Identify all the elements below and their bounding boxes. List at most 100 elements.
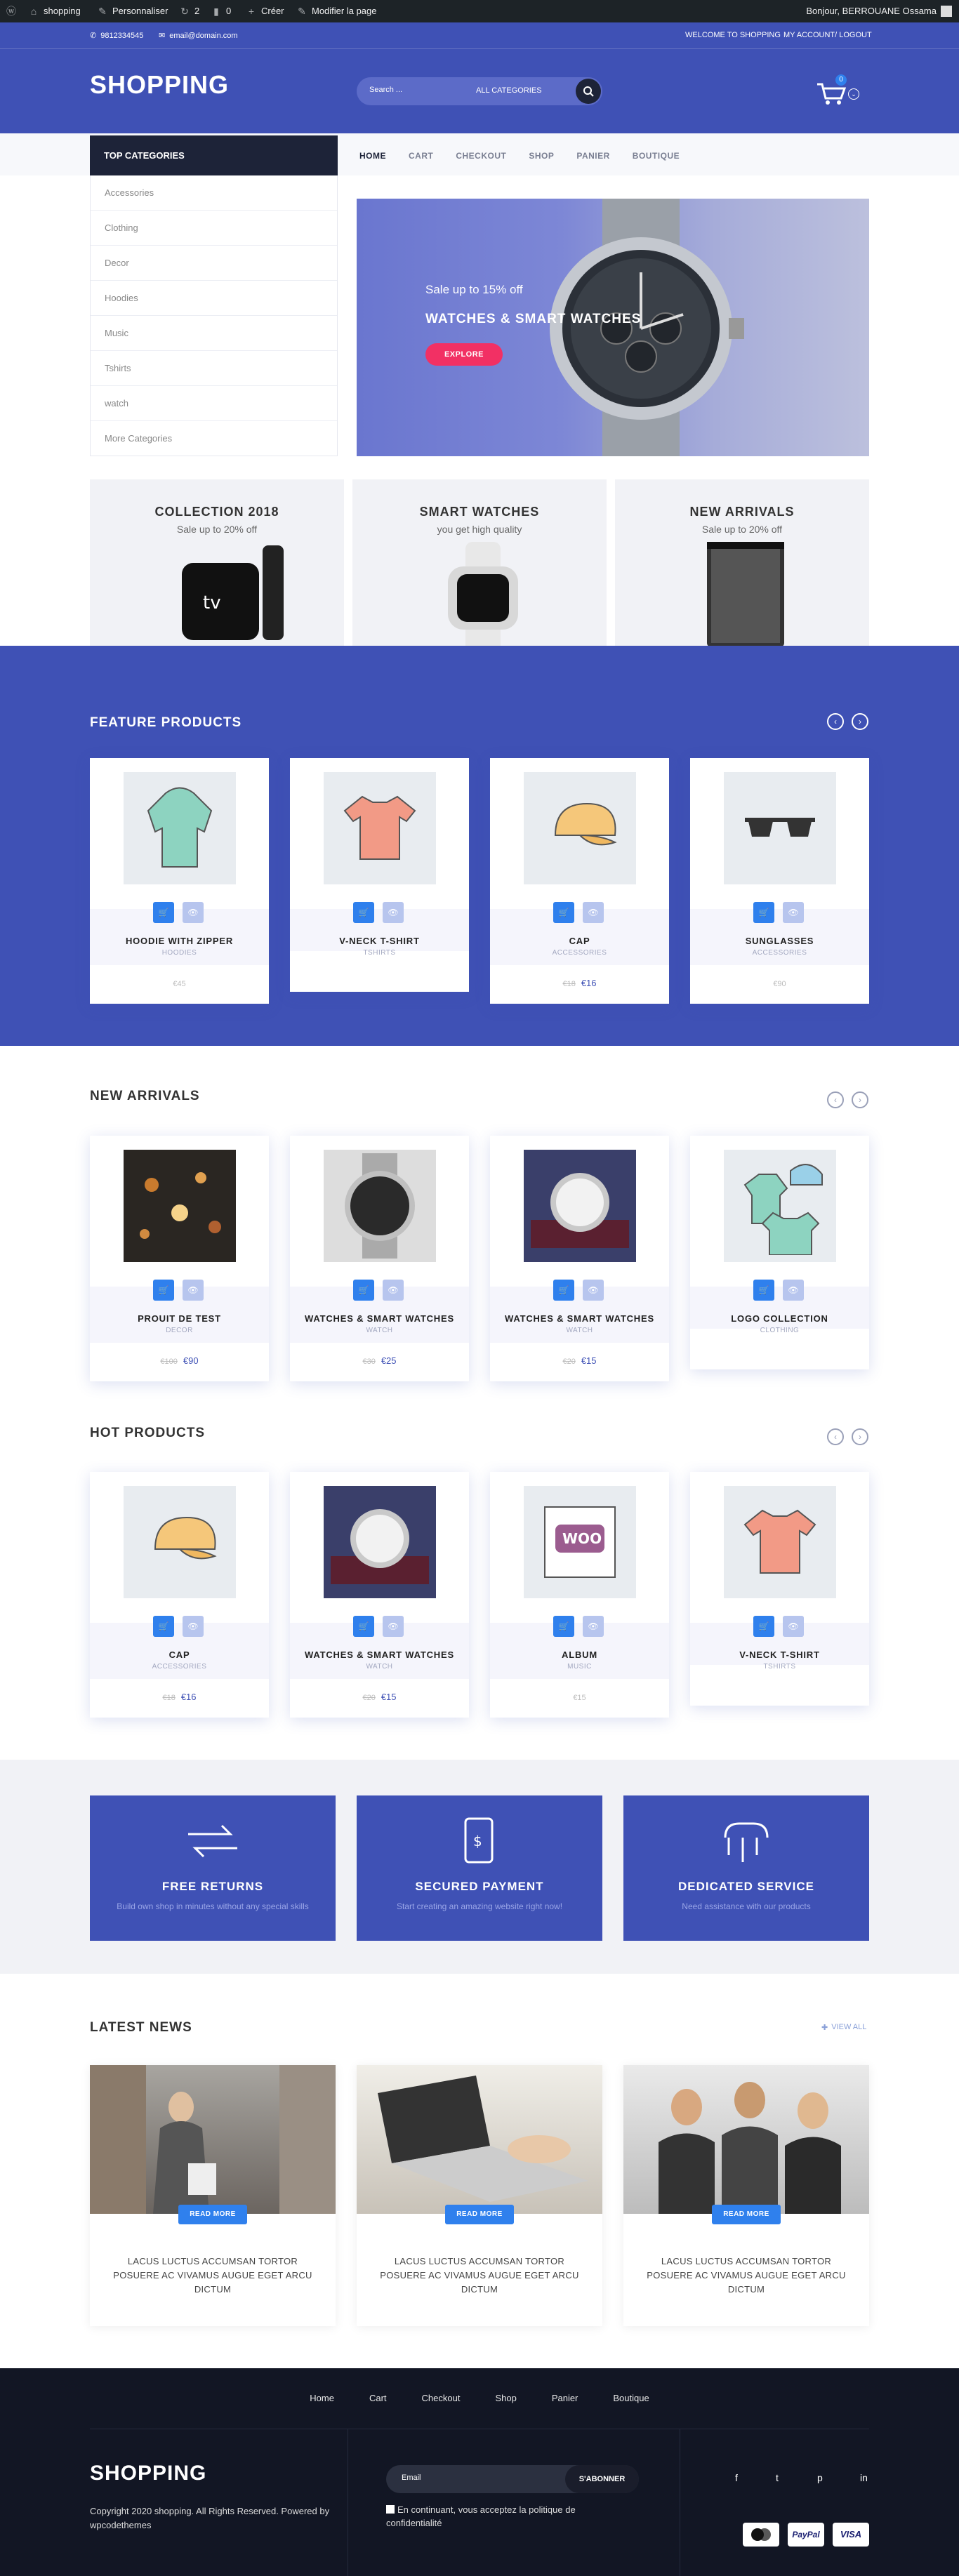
- chevron-down-icon[interactable]: ⌄: [848, 88, 859, 100]
- prev-arrow-icon[interactable]: ‹: [827, 1428, 844, 1445]
- product-name[interactable]: WATCHES & SMART WATCHES: [290, 1313, 469, 1324]
- quick-view-button[interactable]: 👁: [583, 902, 604, 923]
- quick-view-button[interactable]: 👁: [183, 1280, 204, 1301]
- news-title[interactable]: LACUS LUCTUS ACCUMSAN TORTOR POSUERE AC …: [641, 2255, 852, 2297]
- footer-link-home[interactable]: Home: [310, 2393, 334, 2403]
- linkedin-icon[interactable]: in: [860, 2472, 868, 2483]
- wordpress-logo-icon[interactable]: ⓦ: [6, 0, 17, 22]
- next-arrow-icon[interactable]: ›: [852, 1428, 868, 1445]
- quick-view-button[interactable]: 👁: [183, 1616, 204, 1637]
- admin-site-link[interactable]: ⌂ shopping: [28, 0, 81, 22]
- menu-checkout[interactable]: CHECKOUT: [456, 151, 506, 161]
- search-button[interactable]: [576, 79, 601, 104]
- footer-link-panier[interactable]: Panier: [552, 2393, 578, 2403]
- menu-home[interactable]: HOME: [359, 151, 386, 161]
- explore-button[interactable]: EXPLORE: [425, 343, 503, 366]
- pinterest-icon[interactable]: p: [817, 2472, 823, 2483]
- add-to-cart-button[interactable]: 🛒: [553, 1616, 574, 1637]
- cart-button[interactable]: 0 ⌄: [814, 74, 859, 109]
- menu-shop[interactable]: SHOP: [529, 151, 554, 161]
- admin-new-link[interactable]: + Créer: [246, 0, 284, 22]
- twitter-icon[interactable]: t: [776, 2472, 779, 2483]
- add-to-cart-button[interactable]: 🛒: [553, 902, 574, 923]
- product-card[interactable]: 🛒 👁 WATCHES & SMART WATCHES WATCH €30 €25: [290, 1136, 469, 1381]
- prev-arrow-icon[interactable]: ‹: [827, 713, 844, 730]
- product-card[interactable]: 🛒 👁 V-NECK T-SHIRT TSHIRTS: [690, 1472, 869, 1706]
- product-card[interactable]: 🛒 👁 SUNGLASSES ACCESSORIES €90: [690, 758, 869, 1004]
- product-name[interactable]: SUNGLASSES: [690, 936, 869, 946]
- category-select[interactable]: ALL CATEGORIES: [476, 86, 542, 95]
- quick-view-button[interactable]: 👁: [383, 1280, 404, 1301]
- quick-view-button[interactable]: 👁: [383, 1616, 404, 1637]
- admin-edit-page-link[interactable]: ✎ Modifier la page: [296, 0, 376, 22]
- facebook-icon[interactable]: f: [735, 2472, 738, 2483]
- category-item[interactable]: Tshirts: [91, 351, 337, 386]
- quick-view-button[interactable]: 👁: [183, 902, 204, 923]
- admin-updates-link[interactable]: ↻ 2: [179, 0, 199, 22]
- email-field[interactable]: [402, 2474, 542, 2482]
- news-title[interactable]: LACUS LUCTUS ACCUMSAN TORTOR POSUERE AC …: [374, 2255, 585, 2297]
- product-name[interactable]: V-NECK T-SHIRT: [690, 1649, 869, 1660]
- footer-link-checkout[interactable]: Checkout: [422, 2393, 461, 2403]
- product-card[interactable]: 🛒 👁 V-NECK T-SHIRT TSHIRTS: [290, 758, 469, 992]
- add-to-cart-button[interactable]: 🛒: [753, 902, 774, 923]
- product-card[interactable]: 🛒 👁 CAP ACCESSORIES €18 €16: [90, 1472, 269, 1718]
- product-card[interactable]: 🛒 👁 HOODIE WITH ZIPPER HOODIES €45: [90, 758, 269, 1004]
- powered-link[interactable]: wpcodethemes: [90, 2520, 151, 2530]
- site-logo[interactable]: SHOPPING: [90, 70, 229, 100]
- product-name[interactable]: PROUIT DE TEST: [90, 1313, 269, 1324]
- product-name[interactable]: LOGO COLLECTION: [690, 1313, 869, 1324]
- admin-comments-link[interactable]: ▮ 0: [211, 0, 231, 22]
- footer-logo[interactable]: SHOPPING: [90, 2462, 206, 2485]
- menu-boutique[interactable]: BOUTIQUE: [633, 151, 680, 161]
- quick-view-button[interactable]: 👁: [583, 1280, 604, 1301]
- add-to-cart-button[interactable]: 🛒: [153, 902, 174, 923]
- search-input[interactable]: [369, 86, 454, 94]
- add-to-cart-button[interactable]: 🛒: [353, 1616, 374, 1637]
- product-name[interactable]: CAP: [490, 936, 669, 946]
- footer-link-shop[interactable]: Shop: [495, 2393, 516, 2403]
- category-item[interactable]: watch: [91, 386, 337, 421]
- product-card[interactable]: 🛒 👁 PROUIT DE TEST DECOR €100 €90: [90, 1136, 269, 1381]
- product-card[interactable]: WOO 🛒 👁 ALBUM MUSIC €15: [490, 1472, 669, 1718]
- product-name[interactable]: V-NECK T-SHIRT: [290, 936, 469, 946]
- product-name[interactable]: HOODIE WITH ZIPPER: [90, 936, 269, 946]
- promo-collection[interactable]: COLLECTION 2018 Sale up to 20% off tv: [90, 479, 344, 674]
- add-to-cart-button[interactable]: 🛒: [353, 902, 374, 923]
- product-name[interactable]: WATCHES & SMART WATCHES: [490, 1313, 669, 1324]
- category-item[interactable]: Decor: [91, 246, 337, 281]
- quick-view-button[interactable]: 👁: [783, 902, 804, 923]
- quick-view-button[interactable]: 👁: [583, 1616, 604, 1637]
- promo-smart-watches[interactable]: SMART WATCHES you get high quality: [352, 479, 607, 674]
- category-item[interactable]: Hoodies: [91, 281, 337, 316]
- news-title[interactable]: LACUS LUCTUS ACCUMSAN TORTOR POSUERE AC …: [107, 2255, 318, 2297]
- consent-checkbox[interactable]: [386, 2505, 395, 2514]
- add-to-cart-button[interactable]: 🛒: [753, 1616, 774, 1637]
- admin-account-menu[interactable]: Bonjour, BERROUANE Ossama: [806, 0, 952, 22]
- product-name[interactable]: CAP: [90, 1649, 269, 1660]
- account-link[interactable]: MY ACCOUNT/ LOGOUT: [783, 31, 872, 39]
- add-to-cart-button[interactable]: 🛒: [353, 1280, 374, 1301]
- view-all-link[interactable]: ✚ VIEW ALL: [821, 2023, 866, 2032]
- news-card[interactable]: READ MORE LACUS LUCTUS ACCUMSAN TORTOR P…: [623, 2065, 869, 2326]
- menu-cart[interactable]: CART: [409, 151, 433, 161]
- quick-view-button[interactable]: 👁: [383, 902, 404, 923]
- product-name[interactable]: ALBUM: [490, 1649, 669, 1660]
- product-name[interactable]: WATCHES & SMART WATCHES: [290, 1649, 469, 1660]
- read-more-button[interactable]: READ MORE: [712, 2205, 781, 2224]
- product-card[interactable]: 🛒 👁 WATCHES & SMART WATCHES WATCH €20 €15: [290, 1472, 469, 1718]
- news-card[interactable]: READ MORE LACUS LUCTUS ACCUMSAN TORTOR P…: [90, 2065, 336, 2326]
- add-to-cart-button[interactable]: 🛒: [153, 1280, 174, 1301]
- read-more-button[interactable]: READ MORE: [178, 2205, 247, 2224]
- product-card[interactable]: 🛒 👁 WATCHES & SMART WATCHES WATCH €20 €15: [490, 1136, 669, 1381]
- quick-view-button[interactable]: 👁: [783, 1280, 804, 1301]
- admin-customize-link[interactable]: ✎ Personnaliser: [97, 0, 168, 22]
- promo-new-arrivals[interactable]: NEW ARRIVALS Sale up to 20% off: [615, 479, 869, 674]
- news-card[interactable]: READ MORE LACUS LUCTUS ACCUMSAN TORTOR P…: [357, 2065, 602, 2326]
- quick-view-button[interactable]: 👁: [783, 1616, 804, 1637]
- prev-arrow-icon[interactable]: ‹: [827, 1091, 844, 1108]
- category-item[interactable]: Accessories: [91, 175, 337, 211]
- add-to-cart-button[interactable]: 🛒: [753, 1280, 774, 1301]
- read-more-button[interactable]: READ MORE: [445, 2205, 514, 2224]
- add-to-cart-button[interactable]: 🛒: [153, 1616, 174, 1637]
